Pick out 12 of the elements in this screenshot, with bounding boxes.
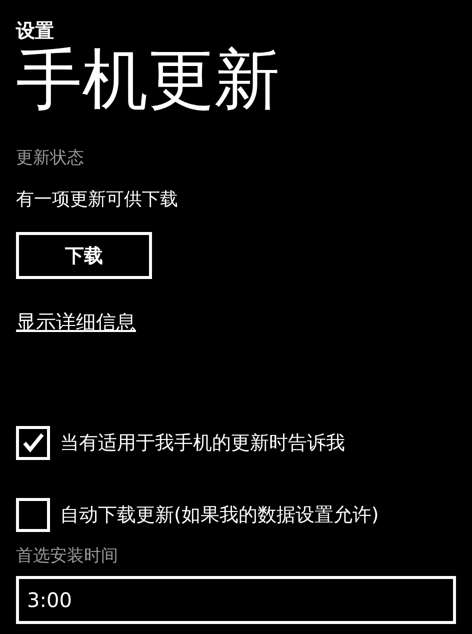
- section-title: 设置: [16, 19, 54, 44]
- status-message: 有一项更新可供下载: [16, 188, 178, 212]
- checkbox[interactable]: [16, 426, 50, 460]
- install-time-label: 首选安装时间: [16, 545, 118, 568]
- download-button[interactable]: 下载: [16, 232, 152, 279]
- status-label: 更新状态: [16, 147, 84, 170]
- checkbox[interactable]: [16, 498, 50, 532]
- checkbox-label: 当有适用于我手机的更新时告诉我: [60, 431, 345, 456]
- checkbox-label: 自动下载更新(如果我的数据设置允许): [60, 503, 379, 528]
- time-field[interactable]: 3:00: [16, 576, 456, 624]
- page-title: 手机更新: [16, 42, 280, 118]
- details-link[interactable]: 显示详细信息: [16, 308, 136, 336]
